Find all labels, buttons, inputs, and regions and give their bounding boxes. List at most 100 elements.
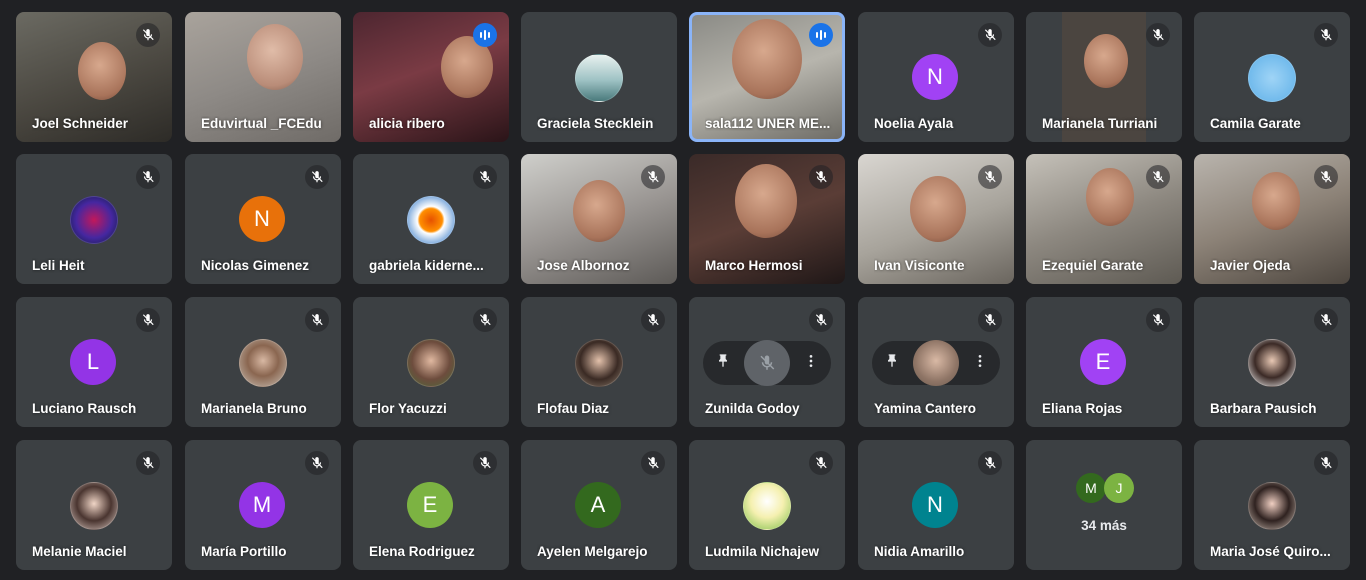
avatar: A [575,482,621,528]
avatar: N [912,54,958,100]
participant-name: Barbara Pausich [1210,401,1317,416]
participant-tile[interactable]: Ezequiel Garate [1026,154,1182,284]
mic-off-icon [978,451,1002,475]
participant-tile[interactable]: E Elena Rodriguez [353,440,509,570]
participant-tile[interactable]: Marianela Turriani [1026,12,1182,142]
participant-name: Maria José Quiro... [1210,544,1331,559]
participant-tile[interactable]: Joel Schneider [16,12,172,142]
participant-tile[interactable]: Maria José Quiro... [1194,440,1350,570]
participant-name: Eduvirtual _FCEdu [201,116,322,131]
participant-name: Ayelen Melgarejo [537,544,648,559]
participant-name: Eliana Rojas [1042,401,1123,416]
participant-tile[interactable]: E Eliana Rojas [1026,297,1182,427]
participant-name: Graciela Stecklein [537,116,654,131]
participant-tile[interactable]: N Noelia Ayala [858,12,1014,142]
participant-name: Joel Schneider [32,116,129,131]
audio-level-icon [809,23,833,47]
mic-off-icon [473,165,497,189]
participant-name: Marianela Turriani [1042,116,1158,131]
mic-off-icon [978,23,1002,47]
participant-tile[interactable]: N Nicolas Gimenez [185,154,341,284]
participant-tile[interactable]: M María Portillo [185,440,341,570]
participant-tile-active-speaker[interactable]: sala112 UNER ME... [689,12,845,142]
avatar: M [1076,473,1106,503]
mic-off-icon[interactable] [744,340,790,386]
avatar [575,54,623,102]
participant-tile[interactable]: alicia ribero [353,12,509,142]
participant-tile[interactable]: Yamina Cantero [858,297,1014,427]
avatar [1248,54,1296,102]
mic-off-icon [641,451,665,475]
participant-tile[interactable]: Ludmila Nichajew [689,440,845,570]
avatar: L [70,339,116,385]
participant-name: Elena Rodriguez [369,544,475,559]
avatar: M [239,482,285,528]
participant-name: Flofau Diaz [537,401,610,416]
participant-tile[interactable]: N Nidia Amarillo [858,440,1014,570]
participant-name: Jose Albornoz [537,258,630,273]
mic-off-icon [1146,308,1170,332]
avatar: N [912,482,958,528]
more-vert-icon[interactable] [972,353,988,374]
pin-icon[interactable] [884,353,900,374]
participant-tile[interactable]: Flor Yacuzzi [353,297,509,427]
participant-tile[interactable]: Leli Heit [16,154,172,284]
participant-tile[interactable]: L Luciano Rausch [16,297,172,427]
mic-off-icon [1146,165,1170,189]
participant-name: Marco Hermosi [705,258,803,273]
avatar [70,196,118,244]
participant-tile[interactable]: Graciela Stecklein [521,12,677,142]
mic-off-icon [136,23,160,47]
avatar [743,482,791,530]
participant-name: Camila Garate [1210,116,1301,131]
participant-tile[interactable]: Ivan Visiconte [858,154,1014,284]
avatar [407,339,455,387]
tile-hover-controls [872,340,1000,386]
mic-off-icon [305,451,329,475]
mic-off-icon [1314,23,1338,47]
mic-off-icon [1314,451,1338,475]
mic-off-icon [641,308,665,332]
participant-name: Melanie Maciel [32,544,127,559]
participant-tile[interactable]: Zunilda Godoy [689,297,845,427]
avatar [1248,339,1296,387]
mic-off-icon [641,165,665,189]
participant-tile[interactable]: Melanie Maciel [16,440,172,570]
participant-tile[interactable]: gabriela kiderne... [353,154,509,284]
participant-tile[interactable]: Marianela Bruno [185,297,341,427]
participant-tile[interactable]: Javier Ojeda [1194,154,1350,284]
mic-off-icon [978,308,1002,332]
participant-tile[interactable]: Marco Hermosi [689,154,845,284]
mic-off-icon [473,308,497,332]
mic-off-icon [136,451,160,475]
participant-tile[interactable]: Flofau Diaz [521,297,677,427]
participant-name: sala112 UNER ME... [705,116,831,131]
avatar: E [407,482,453,528]
others-count: 34 más [1081,518,1127,533]
avatar [575,339,623,387]
participant-tile[interactable]: Camila Garate [1194,12,1350,142]
participant-tile[interactable]: Barbara Pausich [1194,297,1350,427]
avatar: N [239,196,285,242]
participant-grid: Joel Schneider Eduvirtual _FCEdu alicia … [0,0,1366,580]
avatar [913,340,959,386]
participant-name: Ezequiel Garate [1042,258,1144,273]
mic-off-icon [136,308,160,332]
participant-name: María Portillo [201,544,287,559]
tile-hover-controls [703,340,831,386]
mic-off-icon [809,165,833,189]
participant-tile[interactable]: A Ayelen Melgarejo [521,440,677,570]
mic-off-icon [809,308,833,332]
pin-icon[interactable] [715,353,731,374]
mic-off-icon [305,308,329,332]
participant-name: Noelia Ayala [874,116,954,131]
participant-tile[interactable]: Eduvirtual _FCEdu [185,12,341,142]
participant-name: alicia ribero [369,116,445,131]
participant-name: Javier Ojeda [1210,258,1291,273]
mic-off-icon [136,165,160,189]
avatar: E [1080,339,1126,385]
audio-level-icon [473,23,497,47]
more-participants-tile[interactable]: M J 34 más [1026,440,1182,570]
more-vert-icon[interactable] [803,353,819,374]
participant-tile[interactable]: Jose Albornoz [521,154,677,284]
